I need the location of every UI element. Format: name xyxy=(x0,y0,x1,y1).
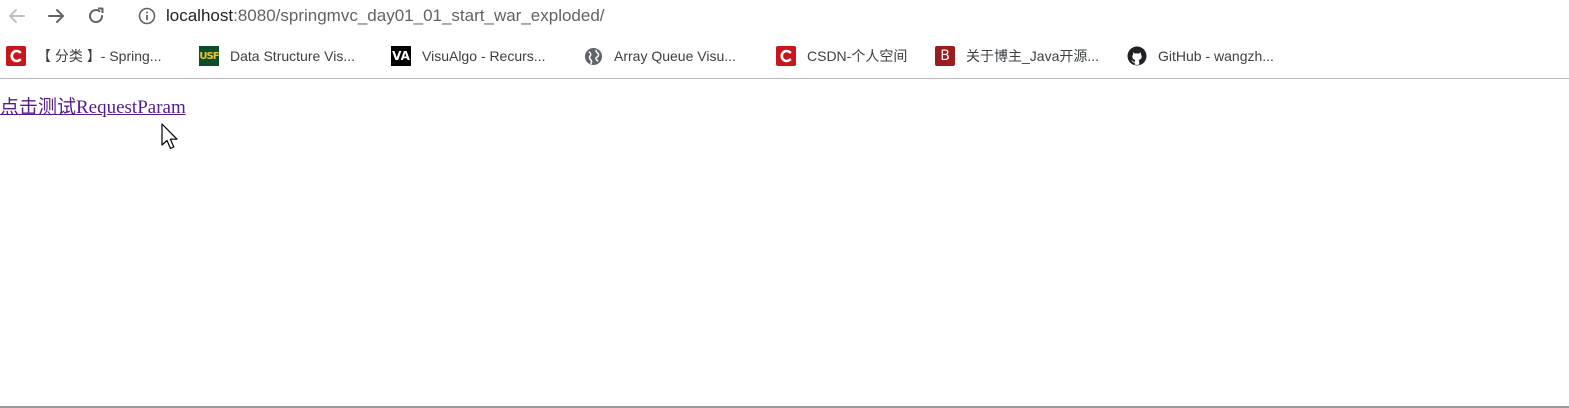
bookmark-item[interactable]: VA VisuAlgo - Recurs... xyxy=(391,45,545,67)
bookmark-label: GitHub - wangzh... xyxy=(1158,48,1274,64)
site-info-button[interactable] xyxy=(136,5,158,27)
mouse-pointer-icon xyxy=(161,123,178,150)
browser-toolbar: localhost:8080/springmvc_day01_01_start_… xyxy=(0,0,1569,34)
globe-icon xyxy=(583,46,603,66)
forward-button[interactable] xyxy=(42,3,70,29)
bookmark-item[interactable]: CSDN-个人空间 xyxy=(776,45,907,67)
page-content: 点击测试RequestParam xyxy=(0,79,1569,406)
url-host: localhost xyxy=(166,6,234,25)
bookmark-label: 关于博主_Java开源... xyxy=(966,48,1100,64)
blog-b-icon: B xyxy=(935,46,955,66)
csdn-icon xyxy=(6,46,26,66)
request-param-test-link[interactable]: 点击测试RequestParam xyxy=(0,92,186,119)
bookmark-label: 【 分类 】- Spring... xyxy=(37,48,162,64)
bookmark-item[interactable]: GitHub - wangzh... xyxy=(1127,45,1274,67)
reload-button[interactable] xyxy=(82,3,110,29)
arrow-left-icon xyxy=(9,9,25,23)
back-button[interactable] xyxy=(3,3,31,29)
bookmark-label: Data Structure Vis... xyxy=(230,48,356,64)
bookmark-label: VisuAlgo - Recurs... xyxy=(422,48,546,64)
reload-icon xyxy=(89,7,104,24)
usf-icon: USF xyxy=(199,46,220,66)
bookmark-label: Array Queue Visu... xyxy=(614,48,736,64)
bookmark-item[interactable]: 【 分类 】- Spring... xyxy=(6,45,161,67)
github-icon xyxy=(1127,46,1147,66)
info-icon xyxy=(138,7,156,25)
bookmark-item[interactable]: Array Queue Visu... xyxy=(583,45,736,67)
visualgo-icon: VA xyxy=(391,46,411,66)
bookmark-label: CSDN-个人空间 xyxy=(807,48,908,64)
bookmark-item[interactable]: USF Data Structure Vis... xyxy=(199,45,355,67)
arrow-right-icon xyxy=(48,9,64,23)
address-bar[interactable]: localhost:8080/springmvc_day01_01_start_… xyxy=(166,3,605,29)
bookmark-item[interactable]: B 关于博主_Java开源... xyxy=(935,45,1099,67)
url-path: :8080/springmvc_day01_01_start_war_explo… xyxy=(233,6,605,25)
bookmarks-bar: 【 分类 】- Spring... USF Data Structure Vis… xyxy=(0,40,1569,72)
browser-window: localhost:8080/springmvc_day01_01_start_… xyxy=(0,0,1569,408)
csdn-icon xyxy=(776,46,796,66)
